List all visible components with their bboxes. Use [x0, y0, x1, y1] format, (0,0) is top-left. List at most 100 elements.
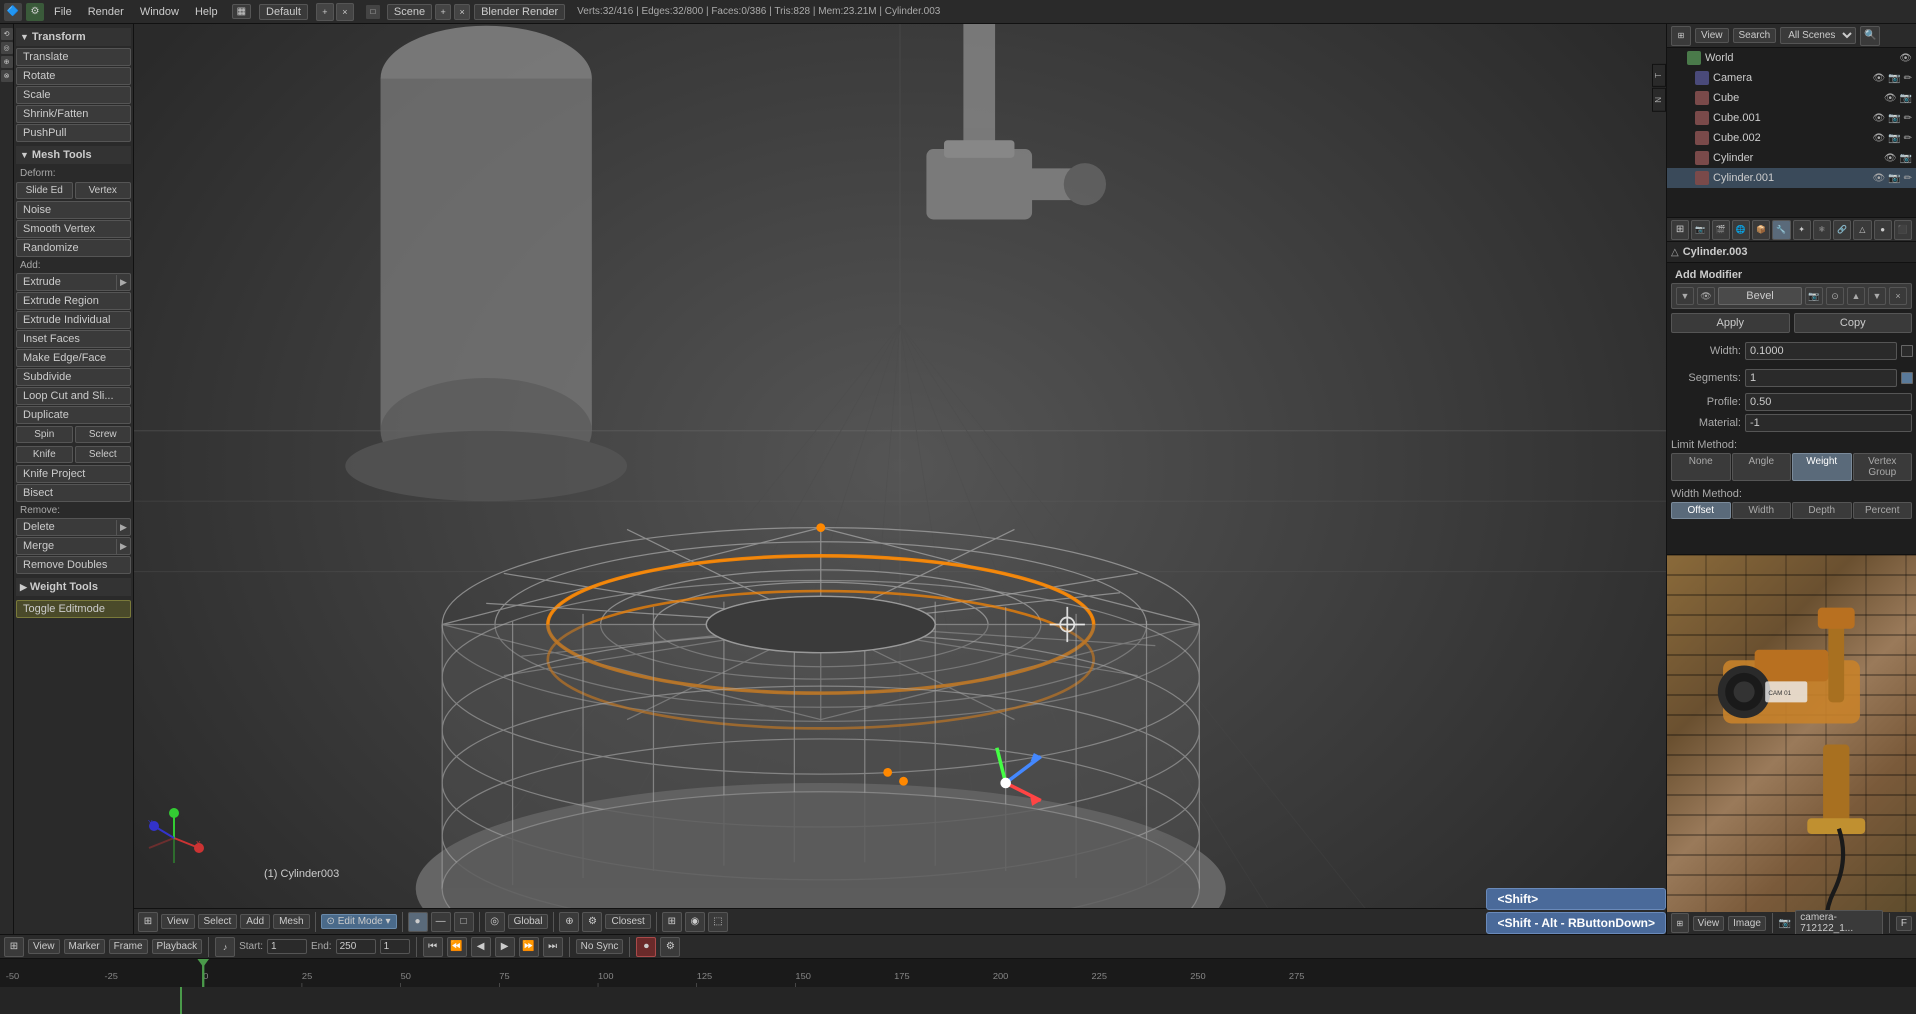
- modifier-close-icon[interactable]: ×: [1889, 287, 1907, 305]
- rotate-btn[interactable]: Rotate: [16, 67, 131, 85]
- shrink-fatten-btn[interactable]: Shrink/Fatten: [16, 105, 131, 123]
- width-percent-tab[interactable]: Percent: [1853, 502, 1913, 519]
- knife-btn[interactable]: Knife: [16, 446, 73, 463]
- edge-select-btn[interactable]: —: [431, 912, 451, 932]
- vertex-btn[interactable]: Vertex: [75, 182, 132, 199]
- view-tl-btn[interactable]: View: [28, 939, 60, 954]
- make-edge-face-btn[interactable]: Make Edge/Face: [16, 349, 131, 367]
- view-options-btn[interactable]: ⊞: [662, 912, 682, 932]
- cube001-edit-icon[interactable]: ✏: [1904, 113, 1912, 124]
- pushpull-btn[interactable]: PushPull: [16, 124, 131, 142]
- prev-keyframe-btn[interactable]: ⏪: [447, 937, 467, 957]
- add-scene-btn[interactable]: +: [435, 4, 451, 20]
- end-frame-input[interactable]: [336, 939, 376, 954]
- physics-props-icon[interactable]: ⚛: [1813, 220, 1831, 240]
- overlay-btn[interactable]: ◉: [685, 912, 705, 932]
- no-sync-dropdown[interactable]: No Sync: [576, 939, 624, 954]
- cube-render-icon[interactable]: 📷: [1900, 93, 1912, 104]
- modifier-realtime-icon[interactable]: ⊙: [1826, 287, 1844, 305]
- extrude-arrow[interactable]: ▶: [116, 275, 130, 290]
- only-vertices-checkbox[interactable]: [1901, 345, 1913, 357]
- view-menu[interactable]: View: [161, 914, 195, 929]
- search-outliner-btn[interactable]: Search: [1733, 28, 1777, 43]
- cube002-eye-icon[interactable]: 👁: [1872, 133, 1885, 144]
- smooth-vertex-btn[interactable]: Smooth Vertex: [16, 220, 131, 238]
- clamp-overlap-checkbox[interactable]: [1901, 372, 1913, 384]
- frame-tl-btn[interactable]: Frame: [109, 939, 148, 954]
- profile-input[interactable]: [1745, 393, 1912, 411]
- marker-tl-btn[interactable]: Marker: [64, 939, 105, 954]
- cylinder001-edit-icon[interactable]: ✏: [1904, 173, 1912, 184]
- add-workspace-btn[interactable]: +: [316, 3, 334, 21]
- select-menu[interactable]: Select: [198, 914, 238, 929]
- add-menu[interactable]: Add: [240, 914, 270, 929]
- camera-render-icon[interactable]: 📷: [1888, 73, 1900, 84]
- object-props-icon[interactable]: 📦: [1752, 220, 1770, 240]
- timeline-editor-type[interactable]: ⊞: [4, 937, 24, 957]
- mesh-menu[interactable]: Mesh: [273, 914, 309, 929]
- noise-btn[interactable]: Noise: [16, 201, 131, 219]
- merge-main[interactable]: Merge: [17, 538, 116, 554]
- remove-doubles-btn[interactable]: Remove Doubles: [16, 556, 131, 574]
- modifier-down-icon[interactable]: ▼: [1868, 287, 1886, 305]
- vertex-select-btn[interactable]: ●: [408, 912, 428, 932]
- render-engine-dropdown[interactable]: Blender Render: [474, 4, 565, 20]
- cube-eye-icon[interactable]: 👁: [1884, 93, 1897, 104]
- select-btn[interactable]: Select: [75, 446, 132, 463]
- face-select-btn[interactable]: □: [454, 912, 474, 932]
- extrude-main[interactable]: Extrude: [17, 274, 116, 290]
- copy-btn[interactable]: Copy: [1794, 313, 1913, 333]
- limit-none-tab[interactable]: None: [1671, 453, 1731, 481]
- toggle-editmode-btn[interactable]: Toggle Editmode: [16, 600, 131, 618]
- editor-type-dropdown[interactable]: ▦: [232, 4, 251, 19]
- viewport-editor-type[interactable]: ⊞: [138, 912, 158, 932]
- outliner-item-cube001[interactable]: Cube.001 👁 📷 ✏: [1667, 108, 1916, 128]
- menu-render[interactable]: Render: [82, 4, 130, 20]
- scale-btn[interactable]: Scale: [16, 86, 131, 104]
- modifier-up-icon[interactable]: ▲: [1847, 287, 1865, 305]
- modifier-enabled-toggle[interactable]: ▼: [1676, 287, 1694, 305]
- menu-help[interactable]: Help: [189, 4, 224, 20]
- width-depth-tab[interactable]: Depth: [1792, 502, 1852, 519]
- extrude-with-arrow[interactable]: Extrude ▶: [16, 273, 131, 291]
- jump-start-btn[interactable]: ⏮: [423, 937, 443, 957]
- workspace-dropdown[interactable]: Default: [259, 4, 308, 20]
- world-eye-icon[interactable]: 👁: [1899, 53, 1912, 64]
- material-props-icon[interactable]: ●: [1874, 220, 1892, 240]
- info-editor-icon[interactable]: ⚙: [26, 3, 44, 21]
- camera-view-btn[interactable]: View: [1693, 916, 1725, 931]
- texture-props-icon[interactable]: ⬛: [1894, 220, 1912, 240]
- tools-tab[interactable]: T: [1652, 64, 1666, 87]
- outliner-item-cylinder001[interactable]: Cylinder.001 👁 📷 ✏: [1667, 168, 1916, 188]
- outliner-item-cube[interactable]: Cube 👁 📷: [1667, 88, 1916, 108]
- outliner-item-world[interactable]: World 👁: [1667, 48, 1916, 68]
- snap-type-dropdown[interactable]: Closest: [605, 914, 650, 929]
- scene-dropdown[interactable]: Scene: [387, 4, 432, 20]
- global-dropdown[interactable]: Global: [508, 914, 549, 929]
- transform-section-header[interactable]: ▼ Transform: [16, 28, 131, 46]
- limit-angle-tab[interactable]: Angle: [1732, 453, 1792, 481]
- knife-project-btn[interactable]: Knife Project: [16, 465, 131, 483]
- pivot-btn[interactable]: ⊗: [1, 70, 13, 82]
- camera-editor-type-icon[interactable]: ⊞: [1671, 913, 1689, 933]
- merge-arrow[interactable]: ▶: [116, 539, 130, 554]
- cylinder-render-icon[interactable]: 📷: [1900, 153, 1912, 164]
- width-input[interactable]: [1745, 342, 1897, 360]
- cylinder001-render-icon[interactable]: 📷: [1888, 173, 1900, 184]
- timeline-ruler[interactable]: -50 -25 0 25 50 75 100 125 150 175 200 2…: [0, 959, 1916, 987]
- delete-arrow[interactable]: ▶: [116, 520, 130, 535]
- cube001-render-icon[interactable]: 📷: [1888, 113, 1900, 124]
- duplicate-btn[interactable]: Duplicate: [16, 406, 131, 424]
- particle-props-icon[interactable]: ✦: [1793, 220, 1811, 240]
- properties-tab[interactable]: N: [1652, 88, 1666, 112]
- render-props-icon[interactable]: 📷: [1691, 220, 1709, 240]
- slide-edge-btn[interactable]: Slide Ed: [16, 182, 73, 199]
- snap-toggle[interactable]: ⊕: [559, 912, 579, 932]
- snap-settings[interactable]: ⚙: [582, 912, 602, 932]
- view-outliner-btn[interactable]: View: [1695, 28, 1729, 43]
- timeline-track-area[interactable]: [0, 987, 1916, 1014]
- remove-scene-btn[interactable]: ×: [454, 4, 470, 20]
- data-props-icon[interactable]: △: [1853, 220, 1871, 240]
- limit-weight-tab[interactable]: Weight: [1792, 453, 1852, 481]
- subdivide-btn[interactable]: Subdivide: [16, 368, 131, 386]
